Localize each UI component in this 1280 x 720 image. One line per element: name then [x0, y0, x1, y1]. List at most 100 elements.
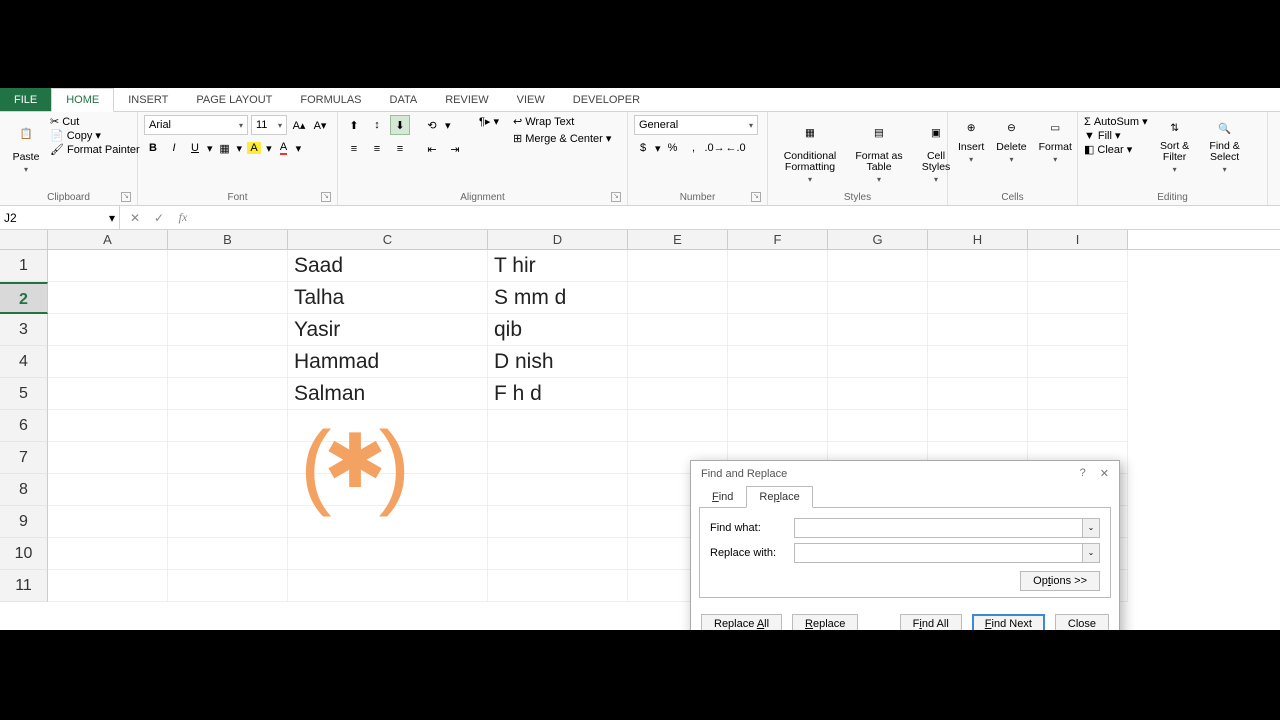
- row-header-8[interactable]: 8: [0, 474, 48, 506]
- wrap-text-button[interactable]: ↩ Wrap Text: [513, 115, 611, 128]
- increase-decimal-button[interactable]: .0→: [706, 139, 724, 157]
- tab-formulas[interactable]: FORMULAS: [286, 88, 375, 111]
- cell-B2[interactable]: [168, 282, 288, 314]
- cell-E4[interactable]: [628, 346, 728, 378]
- row-header-5[interactable]: 5: [0, 378, 48, 410]
- col-header-i[interactable]: I: [1028, 230, 1128, 249]
- align-bottom-button[interactable]: ⬇: [390, 115, 410, 135]
- cell-A6[interactable]: [48, 410, 168, 442]
- cell-H4[interactable]: [928, 346, 1028, 378]
- formula-input[interactable]: [198, 211, 1280, 225]
- align-top-button[interactable]: ⬆: [344, 115, 364, 135]
- cell-E5[interactable]: [628, 378, 728, 410]
- cell-B1[interactable]: [168, 250, 288, 282]
- cut-button[interactable]: Cut: [50, 115, 140, 128]
- italic-button[interactable]: I: [165, 139, 183, 157]
- cell-B9[interactable]: [168, 506, 288, 538]
- replace-all-button[interactable]: Replace All: [701, 614, 782, 630]
- cell-I6[interactable]: [1028, 410, 1128, 442]
- row-header-11[interactable]: 11: [0, 570, 48, 602]
- format-as-table-button[interactable]: ▤Format as Table▾: [850, 115, 908, 186]
- cell-C11[interactable]: [288, 570, 488, 602]
- row-header-9[interactable]: 9: [0, 506, 48, 538]
- find-next-button[interactable]: Find Next: [972, 614, 1045, 630]
- sort-filter-button[interactable]: ⇅Sort & Filter▾: [1152, 115, 1198, 176]
- tab-developer[interactable]: DEVELOPER: [559, 88, 654, 111]
- decrease-indent-button[interactable]: ⇤: [422, 139, 442, 159]
- cell-I2[interactable]: [1028, 282, 1128, 314]
- find-all-button[interactable]: Find All: [900, 614, 962, 630]
- cell-H1[interactable]: [928, 250, 1028, 282]
- cell-G6[interactable]: [828, 410, 928, 442]
- dialog-tab-find[interactable]: Find: [699, 486, 746, 508]
- cell-D8[interactable]: [488, 474, 628, 506]
- replace-with-input[interactable]: [794, 543, 1082, 563]
- cell-E6[interactable]: [628, 410, 728, 442]
- col-header-f[interactable]: F: [728, 230, 828, 249]
- orientation-button[interactable]: ⟲: [422, 115, 442, 135]
- cell-B6[interactable]: [168, 410, 288, 442]
- col-header-a[interactable]: A: [48, 230, 168, 249]
- autosum-button[interactable]: Σ AutoSum ▾: [1084, 115, 1148, 128]
- font-dialog-launcher[interactable]: ↘: [321, 192, 331, 202]
- replace-with-dropdown[interactable]: ⌄: [1082, 543, 1100, 563]
- align-right-button[interactable]: ≡: [390, 139, 410, 159]
- currency-button[interactable]: $: [634, 139, 652, 157]
- cell-B7[interactable]: [168, 442, 288, 474]
- cell-F3[interactable]: [728, 314, 828, 346]
- cell-B3[interactable]: [168, 314, 288, 346]
- options-button[interactable]: Options >>: [1020, 571, 1100, 591]
- enter-formula-button[interactable]: ✓: [150, 211, 168, 225]
- find-what-dropdown[interactable]: ⌄: [1082, 518, 1100, 538]
- comma-button[interactable]: ,: [685, 139, 703, 157]
- worksheet-grid[interactable]: A B C D E F G H I 1SaadT hir2TalhaS mm d…: [0, 230, 1280, 630]
- tab-insert[interactable]: INSERT: [114, 88, 182, 111]
- tab-data[interactable]: DATA: [376, 88, 432, 111]
- replace-button[interactable]: Replace: [792, 614, 858, 630]
- align-middle-button[interactable]: ↕: [367, 115, 387, 135]
- row-header-3[interactable]: 3: [0, 314, 48, 346]
- number-dialog-launcher[interactable]: ↘: [751, 192, 761, 202]
- format-painter-button[interactable]: 🖌 Format Painter: [50, 143, 140, 156]
- format-cells-button[interactable]: ▭Format▾: [1035, 115, 1076, 166]
- cell-E3[interactable]: [628, 314, 728, 346]
- font-color-button[interactable]: A: [275, 139, 293, 157]
- cell-I3[interactable]: [1028, 314, 1128, 346]
- ltr-button[interactable]: ¶▸ ▾: [479, 115, 499, 128]
- cell-B5[interactable]: [168, 378, 288, 410]
- cell-D7[interactable]: [488, 442, 628, 474]
- cell-B10[interactable]: [168, 538, 288, 570]
- clear-button[interactable]: ◧ Clear ▾: [1084, 143, 1148, 156]
- select-all-button[interactable]: [0, 230, 48, 249]
- cell-F1[interactable]: [728, 250, 828, 282]
- row-header-7[interactable]: 7: [0, 442, 48, 474]
- fill-button[interactable]: ▼ Fill ▾: [1084, 129, 1148, 142]
- col-header-d[interactable]: D: [488, 230, 628, 249]
- cell-D2[interactable]: S mm d: [488, 282, 628, 314]
- row-header-10[interactable]: 10: [0, 538, 48, 570]
- close-button[interactable]: Close: [1055, 614, 1109, 630]
- border-button[interactable]: ▦: [216, 139, 234, 157]
- clipboard-dialog-launcher[interactable]: ↘: [121, 192, 131, 202]
- cell-B4[interactable]: [168, 346, 288, 378]
- find-select-button[interactable]: 🔍Find & Select▾: [1202, 115, 1248, 176]
- cell-H6[interactable]: [928, 410, 1028, 442]
- percent-button[interactable]: %: [664, 139, 682, 157]
- name-box[interactable]: J2▾: [0, 206, 120, 229]
- alignment-dialog-launcher[interactable]: ↘: [611, 192, 621, 202]
- cancel-formula-button[interactable]: ✕: [126, 211, 144, 225]
- cell-A7[interactable]: [48, 442, 168, 474]
- cell-D4[interactable]: D nish: [488, 346, 628, 378]
- cell-A2[interactable]: [48, 282, 168, 314]
- cell-E2[interactable]: [628, 282, 728, 314]
- row-header-1[interactable]: 1: [0, 250, 48, 282]
- dialog-tab-replace[interactable]: Replace: [746, 486, 812, 508]
- cell-F4[interactable]: [728, 346, 828, 378]
- cell-C2[interactable]: Talha: [288, 282, 488, 314]
- number-format-combo[interactable]: General▾: [634, 115, 758, 135]
- cell-C4[interactable]: Hammad: [288, 346, 488, 378]
- cell-G5[interactable]: [828, 378, 928, 410]
- cell-F6[interactable]: [728, 410, 828, 442]
- dialog-close-icon[interactable]: ✕: [1100, 467, 1109, 480]
- underline-button[interactable]: U: [186, 139, 204, 157]
